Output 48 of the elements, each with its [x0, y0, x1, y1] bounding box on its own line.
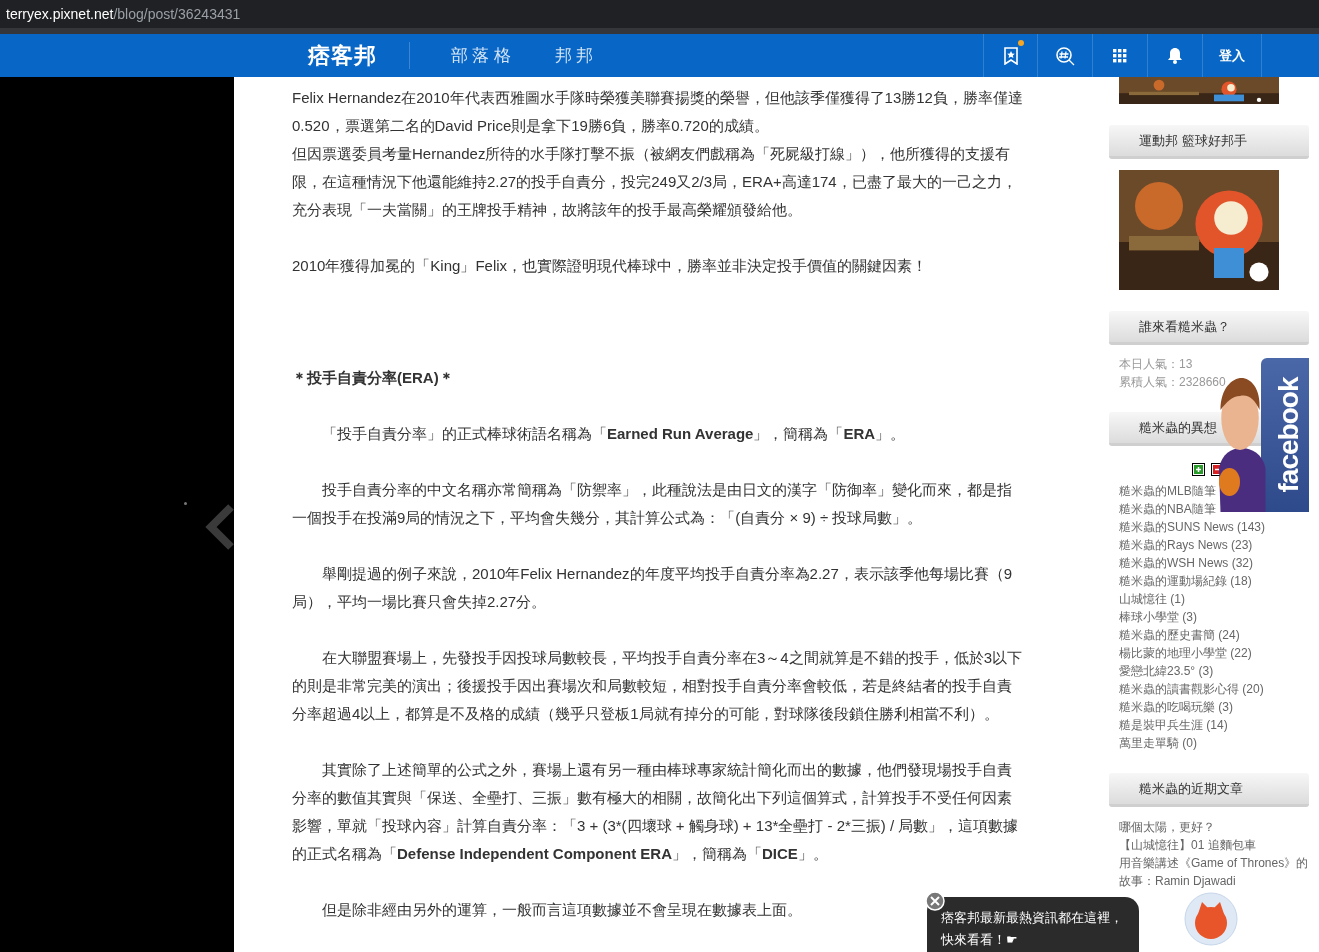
section-title: 糙米蟲的近期文章 — [1139, 779, 1243, 798]
paragraph: 在大聯盟賽場上，先發投手因投球局數較長，平均投手自責分率在3～4之間就算是不錯的投手，低於3以下的則是非常完美的演出；後援投手因出賽場次和局數較短，相對投手自責分率會較低，若是終結者的投手自責分率超過4以上，都算是不及格的成績（幾乎只登板1局就有掉分的可能，對球隊後段鎖住勝利相當不利）。 — [292, 648, 1024, 724]
sidebar-link[interactable]: 糙米蟲的讀書觀影心得 (20) — [1119, 680, 1264, 698]
url-host[interactable]: terryex.pixnet.net — [6, 3, 114, 25]
paragraph: Felix Hernandez在2010年代表西雅圖水手隊時榮獲美聯賽揚獎的榮譽，但他該季僅獲得了13勝12負，勝率僅達0.520，票選第二名的David Price則是拿下19勝6負，勝率0.720的成績。 — [292, 88, 1024, 136]
facebook-tab[interactable]: facebook — [1261, 358, 1309, 512]
bookmark-star-icon — [1003, 46, 1018, 65]
visitor-count: 本日人氣：13 — [1119, 356, 1194, 373]
expand-icon[interactable] — [1192, 463, 1205, 476]
nav-link[interactable]: 邦邦 — [554, 42, 598, 69]
toast-message: 痞客邦最新最熱資訊都在這裡，快來看看！☛ — [941, 909, 1124, 949]
sidebar-link[interactable]: 楊比蒙的地理小學堂 (22) — [1119, 644, 1252, 662]
sidebar-link[interactable]: 糙米蟲的Rays News (23) — [1119, 536, 1253, 554]
bell-icon — [1167, 47, 1183, 64]
sidebar-link[interactable]: 萬里走單騎 (0) — [1119, 734, 1197, 752]
sidebar-link[interactable]: 糙米蟲的MLB隨筆 — [1119, 482, 1216, 500]
close-icon[interactable] — [925, 891, 945, 911]
paragraph: 但是除非經由另外的運算，一般而言這項數據並不會呈現在數據表上面。 — [321, 900, 802, 920]
paragraph: 投手自責分率的中文名稱亦常簡稱為「防禦率」，此種說法是由日文的漢字「防御率」變化而來，都是指一個投手在投滿9局的情況之下，平均會失幾分，其計算公式為：「(自責分 × 9) ÷ 投球局數」。 — [292, 480, 1013, 528]
paragraph: 「投手自責分率」的正式棒球術語名稱為「Earned Run Average」，簡稱為「ERA」。 — [321, 424, 906, 444]
paragraph: 2010年獲得加冕的「King」Felix，也實際證明現代棒球中，勝率並非決定投手價值的關鍵因素！ — [292, 256, 928, 276]
fox-avatar-icon[interactable] — [1184, 892, 1238, 946]
notification-toast[interactable]: 痞客邦最新最熱資訊都在這裡，快來看看！☛ — [927, 897, 1139, 952]
sidebar-link[interactable]: 糙米蟲的SUNS News (143) — [1119, 518, 1266, 536]
paragraph: 其實除了上述簡單的公式之外，賽場上還有另一種由棒球專家統計簡化而出的數據，他們發現場投手自責分率的數值其實與「保送、全壘打、三振」數有極大的相關，故簡化出下列這個算式，計算投手不受任何因素影響，單就「投球內容」計算自責分率：「3 + (3*(四壞球 + 觸身球) + 13*全壘打 - 2*三振) / 局數」，這項數據的正式名稱為「Defense Independent Component ERA」，簡稱為「DICE」。 — [292, 760, 1020, 864]
section-title: 運動邦 籃球好邦手 — [1139, 131, 1247, 150]
sidebar-link[interactable]: 愛戀北緯23.5° (3) — [1119, 662, 1214, 680]
paragraph: 但因票選委員考量Hernandez所待的水手隊打擊不振（被網友們戲稱為「死屍級打線」），他所獲得的支援有限，在這種情況下他還能維持2.27的投手自責分，投完249又2/3局，ERA+高達174，已盡了最大的一己之力，充分表現「一夫當關」的王牌投手精神，故將該年的投手最高榮耀頒發給他。 — [292, 144, 1018, 220]
paragraph: 舉剛提過的例子來說，2010年Felix Hernandez的年度平均投手自責分率為2.27，表示該季他每場比賽（9局），平均一場比賽只會失掉2.27分。 — [292, 564, 1014, 612]
sidebar-link[interactable]: 糙米蟲的WSH News (32) — [1119, 554, 1253, 572]
sidebar-link[interactable]: 用音樂講述《Game of Thrones》的故事：Ramin Djawadi — [1119, 854, 1317, 890]
hashtag-search-icon — [1055, 45, 1075, 66]
sidebar-link[interactable]: 棒球小學堂 (3) — [1119, 608, 1197, 626]
site-logo[interactable]: 痞客邦 — [308, 39, 377, 72]
section-title: 糙米蟲的異想 — [1139, 418, 1217, 437]
sidebar-link[interactable]: 山城憶往 (1) — [1119, 590, 1185, 608]
sidebar-link[interactable]: 糙米蟲的NBA隨筆 — [1119, 500, 1216, 518]
sidebar-link[interactable]: 糙米蟲的歷史書簡 (24) — [1119, 626, 1240, 644]
sidebar-link[interactable]: 糙米蟲的運動場紀錄 (18) — [1119, 572, 1252, 590]
grid-icon — [1113, 48, 1127, 63]
section-title: 誰來看糙米蟲？ — [1139, 317, 1230, 336]
sidebar-link[interactable]: 糙是裝甲兵生涯 (14) — [1119, 716, 1228, 734]
sidebar-link[interactable]: 【山城憶往】01 追麵包車 — [1119, 836, 1256, 854]
sidebar-link[interactable]: 糙米蟲的吃喝玩樂 (3) — [1119, 698, 1233, 716]
nav-link[interactable]: 部落格 — [451, 42, 515, 69]
section-heading: ＊投手自責分率(ERA)＊ — [292, 368, 455, 388]
url-path[interactable]: /blog/post/36243431 — [113, 3, 241, 25]
sidebar-link[interactable]: 哪個太陽，更好？ — [1119, 818, 1215, 836]
